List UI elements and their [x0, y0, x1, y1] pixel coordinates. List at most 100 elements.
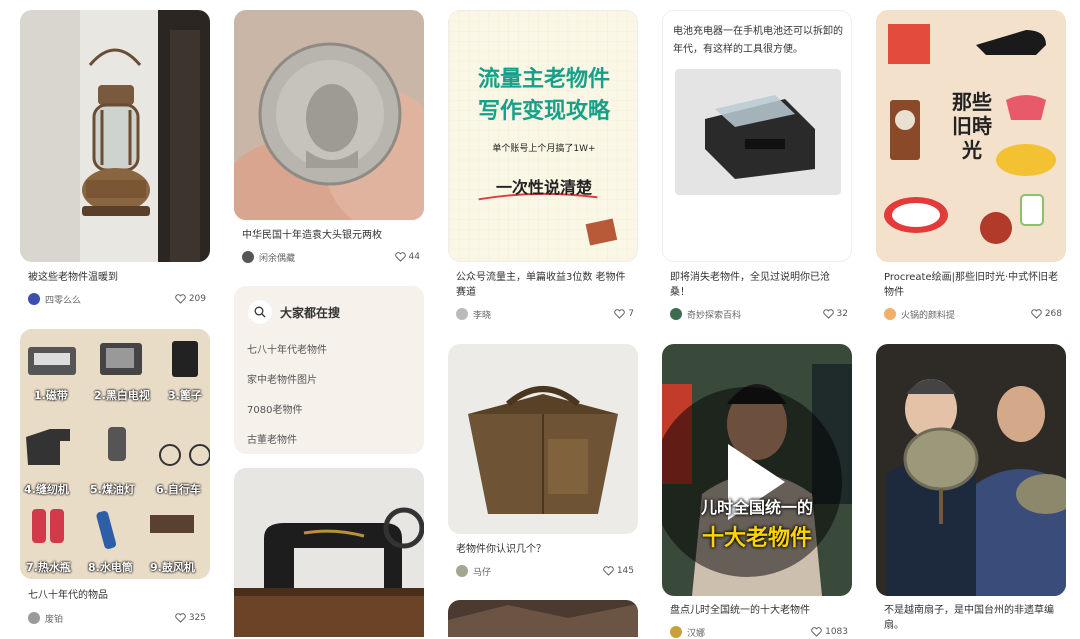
heart-icon	[175, 294, 186, 304]
feed-card-fans[interactable]: 不是越南扇子，是中国台州的非遗草编扇。	[876, 344, 1066, 637]
heart-icon	[175, 613, 186, 623]
poster-headline-1: 流量主老物件	[477, 67, 610, 92]
like-button[interactable]: 325	[175, 613, 206, 623]
like-count: 44	[408, 252, 420, 262]
guide-poster-bg	[449, 11, 637, 261]
poster-tagline: 一次性说清楚	[495, 178, 592, 197]
card-meta: 马仔 145	[456, 564, 634, 578]
card-title[interactable]: 老物件你认识几个？	[456, 542, 634, 557]
like-count: 145	[616, 566, 634, 576]
author-name[interactable]: 奇妙探索百科	[687, 308, 823, 321]
video-overlay-line1: 儿时全国统一的	[700, 498, 813, 517]
card-image[interactable]: 流量主老物件 写作变现攻略 单个账号上个月搞了1W+ 一次性说清楚	[448, 10, 638, 262]
post-caption-text: 电池充电器一在手机电池还可以拆卸的年代，有这样的工具很方便。	[673, 26, 843, 55]
avatar[interactable]	[28, 293, 40, 305]
item-label: 7.热水瓶	[26, 561, 71, 574]
card-title[interactable]: 即将消失老物件，全见过说明你已沧桑！	[670, 270, 848, 300]
feed-card-lantern[interactable]: 被这些老物件温暖到 四零么么 209	[20, 10, 210, 310]
card-title[interactable]: Procreate绘画|那些旧时光·中式怀旧老物件	[884, 270, 1062, 300]
like-button[interactable]: 7	[614, 309, 634, 319]
avatar[interactable]	[670, 626, 682, 638]
card-image[interactable]	[20, 10, 210, 262]
sewing-machine-photo	[234, 468, 424, 637]
roof-photo	[448, 600, 638, 637]
author-name[interactable]: 废铂	[45, 612, 175, 625]
like-count: 32	[836, 309, 848, 319]
author-name[interactable]: 四零么么	[45, 293, 175, 306]
search-suggestion[interactable]: 古董老物件	[247, 431, 297, 446]
illustration-title: 那些 旧時 光	[952, 90, 992, 162]
feed-card-seventies[interactable]: 1.磁带 2.黑白电视 3.篦子 4.缝纫机 5.煤油灯 6.自行车 7.热水瓶…	[20, 329, 210, 629]
card-title[interactable]: 不是越南扇子，是中国台州的非遗草编扇。	[884, 603, 1062, 633]
feed-card-procreate[interactable]: 那些 旧時 光 Procreate绘画|那些旧时光·中式怀旧老物件 火锅的颜料提…	[876, 10, 1066, 330]
fan-couple-photo	[876, 344, 1066, 596]
card-image[interactable]	[448, 600, 638, 637]
search-suggestions-panel: 大家都在搜 七八十年代老物件 家中老物件图片 7080老物件 古董老物件	[234, 286, 424, 454]
video-play-icon[interactable]	[662, 356, 842, 596]
avatar[interactable]	[670, 308, 682, 320]
card-image[interactable]: 儿时全国统一的 十大老物件	[662, 344, 852, 596]
like-count: 268	[1044, 309, 1062, 319]
feed-card-roof[interactable]	[448, 600, 638, 637]
card-meta: 李晓 7	[456, 307, 634, 321]
wooden-box-photo	[448, 344, 638, 534]
item-label: 6.自行车	[156, 483, 201, 496]
item-label: 3.篦子	[168, 389, 202, 402]
card-image[interactable]: 1.磁带 2.黑白电视 3.篦子 4.缝纫机 5.煤油灯 6.自行车 7.热水瓶…	[20, 329, 210, 579]
search-icon[interactable]	[248, 300, 272, 324]
author-name[interactable]: 马仔	[473, 565, 603, 578]
card-title[interactable]: 七八十年代的物品	[28, 588, 206, 603]
coin-photo	[234, 10, 424, 220]
card-meta: 闲余偶藏 44	[242, 250, 420, 264]
heart-icon	[1031, 309, 1042, 319]
card-image[interactable]	[448, 344, 638, 534]
avatar[interactable]	[242, 251, 254, 263]
like-button[interactable]: 32	[822, 309, 848, 319]
search-panel-title: 大家都在搜	[280, 305, 341, 320]
card-title[interactable]: 被这些老物件温暖到	[28, 270, 206, 285]
author-name[interactable]: 李晓	[473, 308, 614, 321]
like-count: 325	[188, 613, 206, 623]
card-title[interactable]: 中华民国十年造袁大头银元两枚	[242, 228, 420, 243]
feed-card-coin[interactable]: 中华民国十年造袁大头银元两枚 闲余偶藏 44	[234, 10, 424, 270]
battery-charger-photo	[675, 69, 841, 195]
search-suggestion[interactable]: 七八十年代老物件	[247, 341, 327, 356]
heart-icon	[614, 309, 625, 319]
card-image[interactable]	[876, 344, 1066, 596]
card-image[interactable]	[234, 10, 424, 220]
card-image[interactable]: 那些 旧時 光	[876, 10, 1066, 262]
search-suggestion[interactable]: 7080老物件	[247, 401, 302, 416]
card-title[interactable]: 盘点儿时全国统一的十大老物件	[670, 603, 848, 618]
card-meta: 火锅的颜料提 268	[884, 307, 1062, 321]
like-count: 1083	[825, 627, 848, 637]
card-meta: 废铂 325	[28, 611, 206, 625]
feed-card-box[interactable]: 老物件你认识几个？ 马仔 145	[448, 344, 638, 584]
item-label: 5.煤油灯	[90, 483, 135, 496]
card-image[interactable]: 电池充电器一在手机电池还可以拆卸的年代，有这样的工具很方便。	[662, 10, 852, 262]
like-button[interactable]: 268	[1031, 309, 1062, 319]
feed-card-guide[interactable]: 流量主老物件 写作变现攻略 单个账号上个月搞了1W+ 一次性说清楚 公众号流量主…	[448, 10, 638, 330]
avatar[interactable]	[884, 308, 896, 320]
item-label: 9.鼓风机	[150, 561, 195, 574]
search-suggestion[interactable]: 家中老物件图片	[247, 371, 317, 386]
feed-card-charger[interactable]: 电池充电器一在手机电池还可以拆卸的年代，有这样的工具很方便。 即将消失老物件，全…	[662, 10, 852, 330]
avatar[interactable]	[456, 565, 468, 577]
card-meta: 四零么么 209	[28, 292, 206, 306]
card-title[interactable]: 公众号流量主，单篇收益3位数 老物件赛道	[456, 270, 634, 300]
video-overlay-line2: 十大老物件	[701, 526, 812, 551]
author-name[interactable]: 闲余偶藏	[259, 251, 395, 264]
like-button[interactable]: 145	[603, 566, 634, 576]
card-image[interactable]	[234, 468, 424, 637]
like-button[interactable]: 44	[394, 252, 420, 262]
heart-icon	[822, 309, 834, 319]
like-button[interactable]: 209	[175, 294, 206, 304]
author-name[interactable]: 火锅的颜料提	[901, 308, 1031, 321]
avatar[interactable]	[28, 612, 40, 624]
feed-card-video[interactable]: 儿时全国统一的 十大老物件 盘点儿时全国统一的十大老物件 汉娜 1083	[662, 344, 852, 639]
lantern-photo	[20, 10, 210, 262]
feed-card-sewing[interactable]	[234, 468, 424, 637]
avatar[interactable]	[456, 308, 468, 320]
like-count: 209	[188, 294, 206, 304]
like-button[interactable]: 1083	[811, 627, 848, 637]
item-label-grid: 1.磁带 2.黑白电视 3.篦子 4.缝纫机 5.煤油灯 6.自行车 7.热水瓶…	[20, 329, 210, 579]
